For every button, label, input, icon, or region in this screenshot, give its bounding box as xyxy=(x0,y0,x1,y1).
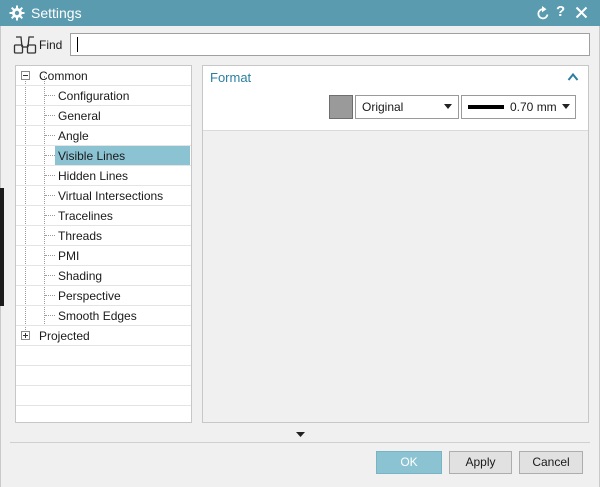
tree-item-label: Shading xyxy=(58,269,103,283)
tree-item-label: Hidden Lines xyxy=(58,169,129,183)
tree-item-label: Tracelines xyxy=(58,209,113,223)
binoculars-icon xyxy=(13,36,37,54)
tree-item-label: Angle xyxy=(58,129,89,143)
close-icon[interactable] xyxy=(575,6,588,19)
collapse-node-icon[interactable] xyxy=(21,71,30,80)
format-section-title[interactable]: Format xyxy=(210,70,251,85)
tree-item-label: Virtual Intersections xyxy=(58,189,164,203)
ok-button[interactable]: OK xyxy=(376,451,442,474)
tree-empty-row xyxy=(16,366,191,386)
tree-item-general[interactable]: General xyxy=(16,106,191,126)
color-swatch-button[interactable] xyxy=(329,95,353,119)
find-input[interactable] xyxy=(70,33,590,56)
tree-item-virtual-intersections[interactable]: Virtual Intersections xyxy=(16,186,191,206)
tree-item-shading[interactable]: Shading xyxy=(16,266,191,286)
dropdown-arrow-icon xyxy=(562,104,570,109)
line-font-value: Original xyxy=(362,100,404,114)
tree-item-label: Perspective xyxy=(58,289,121,303)
tree-item-visible-lines[interactable]: Visible Lines xyxy=(16,146,191,166)
tree-item-smooth-edges[interactable]: Smooth Edges xyxy=(16,306,191,326)
tree-item-label: Smooth Edges xyxy=(58,309,137,323)
background-window-edge xyxy=(0,188,4,306)
tree-item-label: Configuration xyxy=(58,89,130,103)
find-label: Find xyxy=(39,38,63,52)
more-options-arrow-icon[interactable] xyxy=(296,432,305,437)
line-width-sample xyxy=(468,105,504,109)
tree-item-label: Threads xyxy=(58,229,103,243)
tree-item-projected[interactable]: Projected xyxy=(16,326,191,346)
gear-icon xyxy=(9,5,25,21)
title-bar xyxy=(0,0,600,26)
cancel-button[interactable]: Cancel xyxy=(519,451,583,474)
tree-item-perspective[interactable]: Perspective xyxy=(16,286,191,306)
tree-item-angle[interactable]: Angle xyxy=(16,126,191,146)
tree-item-common[interactable]: Common xyxy=(16,66,191,86)
tree-item-label: Common xyxy=(39,69,88,83)
chevron-up-icon[interactable] xyxy=(567,72,579,82)
tree-item-label: Visible Lines xyxy=(58,149,126,163)
tree-empty-row xyxy=(16,346,191,366)
tree-item-configuration[interactable]: Configuration xyxy=(16,86,191,106)
line-width-value: 0.70 mm xyxy=(510,100,557,114)
tree-item-label: General xyxy=(58,109,101,123)
tree-item-tracelines[interactable]: Tracelines xyxy=(16,206,191,226)
tree-item-label: PMI xyxy=(58,249,80,263)
window-title: Settings xyxy=(31,5,82,21)
text-caret xyxy=(77,37,78,52)
apply-button[interactable]: Apply xyxy=(449,451,512,474)
tree-item-hidden-lines[interactable]: Hidden Lines xyxy=(16,166,191,186)
expand-node-icon[interactable] xyxy=(21,331,30,340)
footer-separator xyxy=(10,442,590,443)
tree-item-threads[interactable]: Threads xyxy=(16,226,191,246)
reset-icon[interactable] xyxy=(536,5,550,21)
settings-tree[interactable]: Common Configuration General Angle Visib… xyxy=(15,65,192,423)
tree-item-label: Projected xyxy=(39,329,90,343)
tree-empty-row xyxy=(16,386,191,406)
tree-item-pmi[interactable]: PMI xyxy=(16,246,191,266)
dropdown-arrow-icon xyxy=(444,104,452,109)
help-icon[interactable]: ? xyxy=(556,3,565,20)
